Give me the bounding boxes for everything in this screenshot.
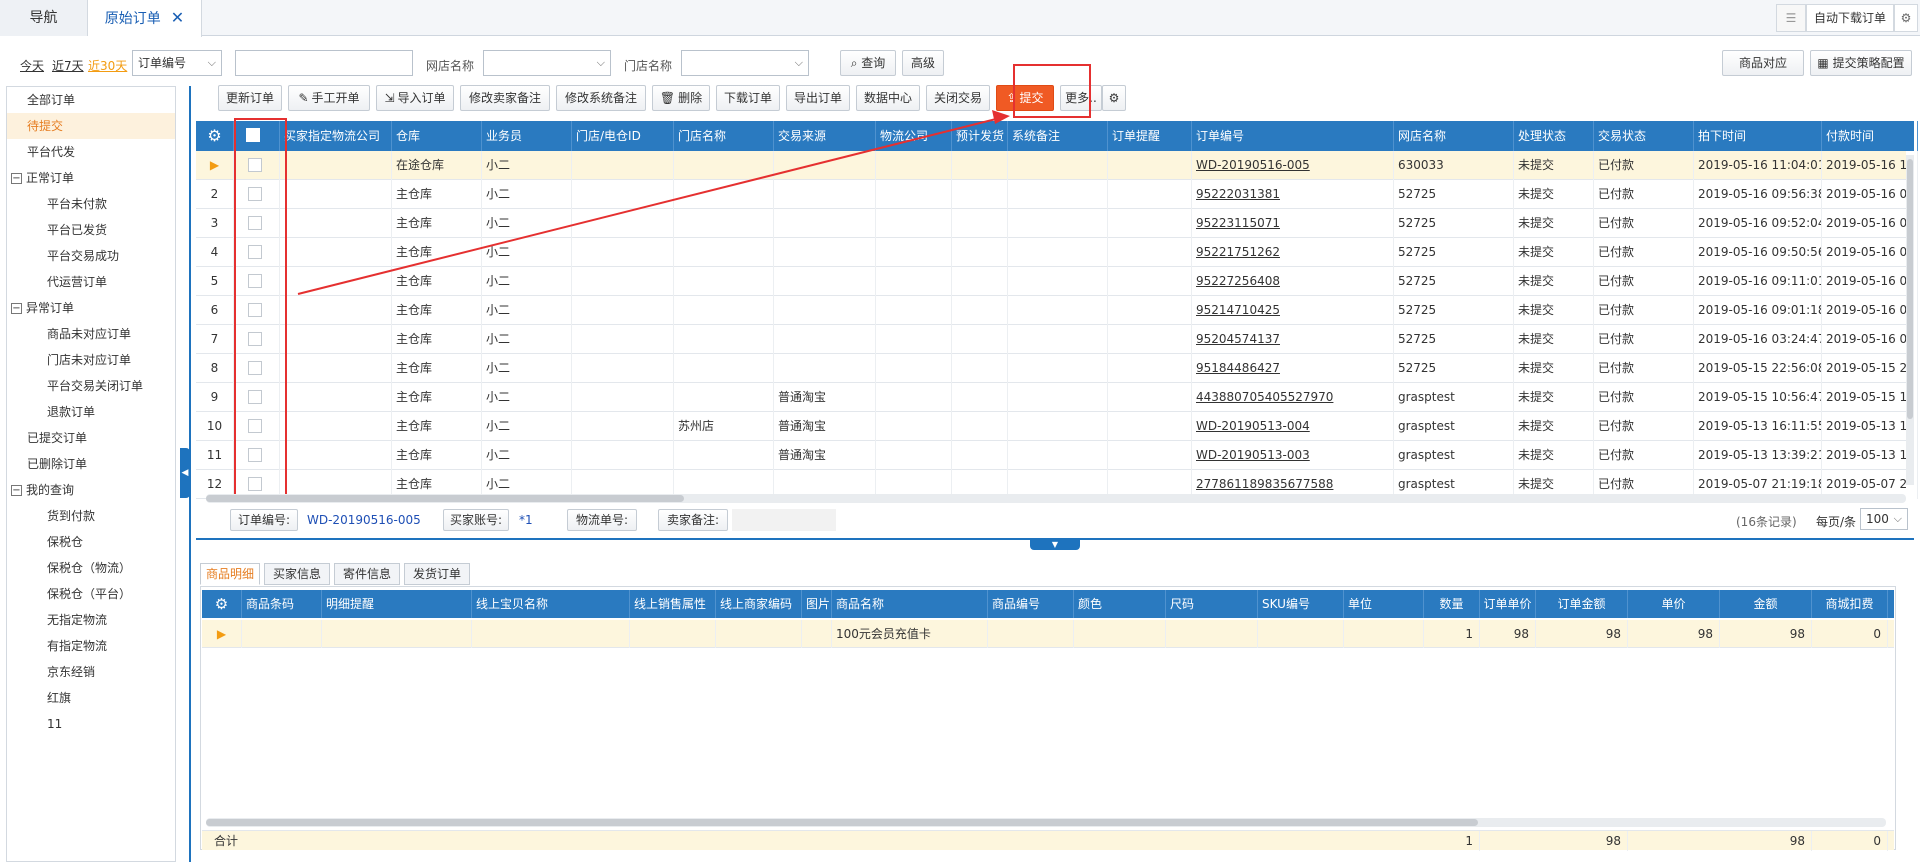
detail-cell: 98: [1536, 620, 1628, 648]
record-count: (16条记录): [1736, 515, 1797, 529]
detail-scrollbar[interactable]: [206, 818, 1886, 827]
seller-note-value: [732, 509, 836, 531]
detail-cell: [242, 620, 322, 648]
detail-cell: 1: [1424, 620, 1480, 648]
collapse-detail-icon[interactable]: ▼: [1030, 540, 1080, 550]
per-page-label: 每页/条: [1816, 515, 1857, 529]
detail-header-cell[interactable]: 线上宝贝名称: [472, 590, 630, 618]
logistics-no-label: 物流单号:: [567, 509, 637, 531]
detail-cell: [802, 620, 832, 648]
detail-header-cell[interactable]: 订单单价: [1480, 590, 1536, 618]
detail-cell: [1074, 620, 1166, 648]
detail-cell: [716, 620, 802, 648]
detail-header-cell[interactable]: 商品名称: [832, 590, 988, 618]
detail-header-cell[interactable]: 尺码: [1166, 590, 1258, 618]
detail-header-cell[interactable]: 明细提醒: [322, 590, 472, 618]
detail-row[interactable]: ▶ 100元会员充值卡 1 98 98 98 98 0: [202, 620, 1894, 648]
detail-header-cell[interactable]: 单价: [1628, 590, 1720, 618]
buyer-account-label: 买家账号:: [443, 509, 509, 531]
detail-cell: [988, 620, 1074, 648]
detail-header-cell[interactable]: 商品条码: [242, 590, 322, 618]
detail-tab[interactable]: 寄件信息: [334, 563, 400, 585]
buyer-account-value: *1: [519, 513, 533, 527]
detail-cell: 98: [1480, 620, 1536, 648]
detail-header-cell[interactable]: 订单金额: [1536, 590, 1628, 618]
total-row: 合计 1 98 98 0: [202, 830, 1894, 851]
detail-header-cell[interactable]: 颜色: [1074, 590, 1166, 618]
order-no-label: 订单编号:: [230, 509, 298, 531]
detail-header-cell[interactable]: 线上销售属性: [630, 590, 716, 618]
detail-tab[interactable]: 买家信息: [264, 563, 330, 585]
detail-cell: 98: [1720, 620, 1812, 648]
detail-cell: 100元会员充值卡: [832, 620, 988, 648]
grid-scrollbar-thumb[interactable]: [206, 495, 684, 502]
chevron-down-icon: ⌵: [1893, 512, 1902, 525]
detail-settings-icon[interactable]: ⚙: [202, 590, 242, 618]
total-order_amount: 98: [1536, 831, 1628, 851]
detail-cell: [472, 620, 630, 648]
seller-note-label: 卖家备注:: [658, 509, 728, 531]
per-page-value: 100: [1866, 512, 1889, 526]
detail-header-cell[interactable]: 商品编号: [988, 590, 1074, 618]
grid-vertical-thumb[interactable]: [1907, 159, 1913, 419]
detail-header-cell[interactable]: 金额: [1720, 590, 1812, 618]
detail-cell: [322, 620, 472, 648]
total-amount: 98: [1720, 831, 1812, 851]
total-label: 合计: [214, 834, 239, 848]
order-no-value: WD-20190516-005: [307, 513, 421, 527]
detail-header-cell[interactable]: 数量: [1424, 590, 1480, 618]
detail-header-cell[interactable]: 单位: [1344, 590, 1424, 618]
detail-header-cell[interactable]: 线上商家编码: [716, 590, 802, 618]
detail-tab[interactable]: 商品明细: [200, 563, 260, 585]
detail-cell: [1344, 620, 1424, 648]
detail-cell: 98: [1628, 620, 1720, 648]
per-page-select[interactable]: 100 ⌵: [1860, 508, 1908, 530]
detail-cell: [630, 620, 716, 648]
detail-cell: [1166, 620, 1258, 648]
row-pointer-icon: ▶: [202, 620, 242, 648]
detail-header-cell[interactable]: SKU编号: [1258, 590, 1344, 618]
grid-scrollbar[interactable]: [206, 494, 1906, 503]
total-qty: 1: [1424, 831, 1480, 851]
detail-header-cell[interactable]: 商城扣费: [1812, 590, 1888, 618]
grid-vertical-scrollbar[interactable]: [1906, 155, 1914, 485]
detail-cell: 0: [1812, 620, 1888, 648]
detail-header-cell[interactable]: 图片: [802, 590, 832, 618]
detail-tab[interactable]: 发货订单: [404, 563, 470, 585]
detail-cell: [1258, 620, 1344, 648]
detail-grid-header: ⚙ 商品条码 明细提醒 线上宝贝名称 线上销售属性 线上商家编码 图片 商品名称 商品编号 颜色…: [202, 590, 1894, 618]
detail-scrollbar-thumb[interactable]: [206, 819, 1478, 826]
total-fee: 0: [1812, 831, 1888, 851]
